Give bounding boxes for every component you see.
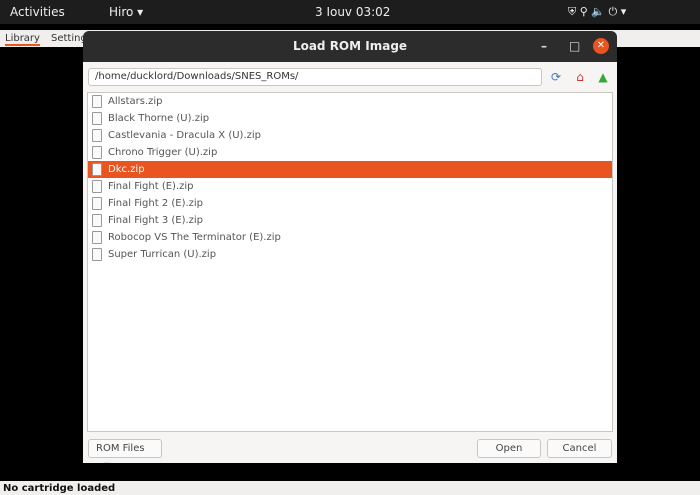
file-row[interactable]: Dkc.zip (88, 161, 612, 178)
minimize-icon[interactable]: – (541, 31, 547, 62)
file-row[interactable]: Final Fight 2 (E).zip (88, 195, 612, 212)
file-icon (92, 163, 102, 176)
home-icon[interactable]: ⌂ (572, 69, 588, 85)
chevron-down-icon: ▼ (104, 461, 110, 463)
top-bar: Activities Hiro ▾ 3 Iouv 03:02 ⛨ ⚲ 🔈 ⏻ ▾ (0, 0, 700, 24)
tab-library[interactable]: Library (5, 33, 40, 46)
dialog-title: Load ROM Image (292, 39, 408, 53)
file-name: Allstars.zip (108, 96, 163, 107)
file-list[interactable]: Allstars.zip Black Thorne (U).zip Castleva… (87, 92, 613, 432)
filter-label: ROM Files (96, 443, 145, 454)
file-row[interactable]: Castlevania - Dracula X (U).zip (88, 127, 612, 144)
file-icon (92, 197, 102, 210)
file-name: Final Fight (E).zip (108, 181, 194, 192)
file-name: Robocop VS The Terminator (E).zip (108, 232, 281, 243)
file-icon (92, 146, 102, 159)
file-icon (92, 180, 102, 193)
file-row[interactable]: Final Fight 3 (E).zip (88, 212, 612, 229)
file-name: Final Fight 3 (E).zip (108, 215, 204, 226)
file-name: Dkc.zip (108, 164, 145, 175)
clock[interactable]: 3 Iouv 03:02 (315, 5, 390, 19)
file-icon (92, 112, 102, 125)
file-row[interactable]: Robocop VS The Terminator (E).zip (88, 229, 612, 246)
file-icon (92, 214, 102, 227)
file-name: Final Fight 2 (E).zip (108, 198, 204, 209)
file-row[interactable]: Final Fight (E).zip (88, 178, 612, 195)
cancel-button[interactable]: Cancel (547, 439, 612, 458)
file-icon (92, 129, 102, 142)
system-tray-icons[interactable]: ⛨ ⚲ 🔈 ⏻ ▾ (568, 5, 626, 19)
open-button[interactable]: Open (477, 439, 541, 458)
file-name: Castlevania - Dracula X (U).zip (108, 130, 261, 141)
file-name: Super Turrican (U).zip (108, 249, 217, 260)
file-name: Chrono Trigger (U).zip (108, 147, 218, 158)
file-row[interactable]: Black Thorne (U).zip (88, 110, 612, 127)
file-row[interactable]: Allstars.zip (88, 93, 612, 110)
activities-button[interactable]: Activities (10, 5, 65, 19)
file-type-filter[interactable]: ROM Files ▼ (88, 439, 162, 463)
file-name: Black Thorne (U).zip (108, 113, 210, 124)
app-menu[interactable]: Hiro ▾ (109, 5, 143, 19)
file-icon (92, 248, 102, 261)
maximize-icon[interactable]: □ (569, 31, 580, 62)
file-icon (92, 95, 102, 108)
file-icon (92, 231, 102, 244)
file-row[interactable]: Chrono Trigger (U).zip (88, 144, 612, 161)
up-folder-icon[interactable]: ▲ (595, 69, 611, 85)
refresh-icon[interactable]: ⟳ (548, 69, 564, 85)
close-icon[interactable]: ✕ (593, 38, 609, 54)
file-row[interactable]: Super Turrican (U).zip (88, 246, 612, 263)
load-rom-dialog: Load ROM Image – □ ✕ /home/ducklord/Down… (83, 31, 617, 463)
status-bar: No cartridge loaded (0, 481, 700, 495)
path-input[interactable]: /home/ducklord/Downloads/SNES_ROMs/ (88, 68, 542, 86)
dialog-titlebar: Load ROM Image – □ ✕ (83, 31, 617, 62)
